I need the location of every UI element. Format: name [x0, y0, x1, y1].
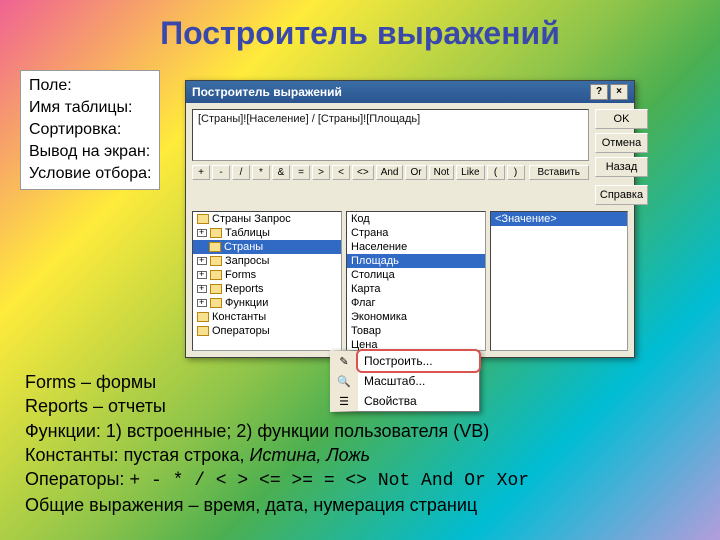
op-gt[interactable]: > [312, 165, 330, 180]
field-item[interactable]: Товар [347, 324, 485, 338]
field-item[interactable]: Флаг [347, 296, 485, 310]
op-lparen[interactable]: ( [487, 165, 505, 180]
label-field: Поле: [29, 75, 151, 97]
op-lt[interactable]: < [332, 165, 350, 180]
op-div[interactable]: / [232, 165, 250, 180]
cat-item-selected[interactable]: Страны [193, 240, 341, 254]
plus-icon [197, 285, 207, 293]
op-not[interactable]: Not [429, 165, 455, 180]
help-button[interactable]: Справка [595, 185, 648, 205]
folder-icon [210, 298, 222, 308]
expression-builder-dialog: Построитель выражений ? × [Страны]![Насе… [185, 80, 635, 358]
value-item[interactable]: <Значение> [491, 212, 627, 226]
folder-icon [197, 312, 209, 322]
cat-item[interactable]: Forms [193, 268, 341, 282]
insert-button[interactable]: Вставить [529, 165, 589, 180]
cat-item[interactable]: Запросы [193, 254, 341, 268]
label-sort: Сортировка: [29, 119, 151, 141]
label-criteria: Условие отбора: [29, 163, 151, 185]
note-line: Операторы: + - * / < > <= >= = <> Not An… [25, 467, 529, 493]
op-ne[interactable]: <> [352, 165, 374, 180]
slide-notes: Forms – формы Reports – отчеты Функции: … [25, 370, 529, 518]
op-plus[interactable]: + [192, 165, 210, 180]
op-rparen[interactable]: ) [507, 165, 525, 180]
plus-icon [197, 257, 207, 265]
cat-item[interactable]: Страны Запрос [193, 212, 341, 226]
folder-icon [210, 256, 222, 266]
folder-icon [210, 270, 222, 280]
note-line: Forms – формы [25, 370, 529, 394]
dialog-title: Построитель выражений [192, 85, 342, 99]
op-mul[interactable]: * [252, 165, 270, 180]
fields-pane[interactable]: Код Страна Население Площадь Столица Кар… [346, 211, 486, 351]
op-eq[interactable]: = [292, 165, 310, 180]
cat-item[interactable]: Reports [193, 282, 341, 296]
folder-icon [197, 326, 209, 336]
cat-item[interactable]: Функции [193, 296, 341, 310]
field-item[interactable]: Экономика [347, 310, 485, 324]
field-item-selected[interactable]: Площадь [347, 254, 485, 268]
field-item[interactable]: Код [347, 212, 485, 226]
folder-icon [210, 228, 222, 238]
menu-build[interactable]: ✎ Построить... [358, 351, 479, 371]
label-show: Вывод на экран: [29, 141, 151, 163]
plus-icon [197, 229, 207, 237]
dialog-help-button[interactable]: ? [590, 84, 608, 100]
cancel-button[interactable]: Отмена [595, 133, 648, 153]
expression-input[interactable]: [Страны]![Население] / [Страны]![Площадь… [192, 109, 589, 161]
field-item[interactable]: Карта [347, 282, 485, 296]
op-and[interactable]: And [376, 165, 404, 180]
cat-item[interactable]: Таблицы [193, 226, 341, 240]
page-title: Построитель выражений [0, 15, 720, 52]
note-line: Общие выражения – время, дата, нумерация… [25, 493, 529, 517]
plus-icon [197, 299, 207, 307]
cat-item[interactable]: Операторы [193, 324, 341, 338]
query-grid-labels: Поле: Имя таблицы: Сортировка: Вывод на … [20, 70, 160, 190]
field-item[interactable]: Столица [347, 268, 485, 282]
close-icon[interactable]: × [610, 84, 628, 100]
cat-item[interactable]: Константы [193, 310, 341, 324]
folder-icon [210, 284, 222, 294]
operator-toolbar: + - / * & = > < <> And Or Not Like ( ) [192, 165, 589, 180]
dialog-titlebar[interactable]: Построитель выражений ? × [186, 81, 634, 103]
wand-icon: ✎ [336, 353, 352, 369]
categories-pane[interactable]: Страны Запрос Таблицы Страны Запросы For… [192, 211, 342, 351]
op-minus[interactable]: - [212, 165, 230, 180]
note-line: Константы: пустая строка, Истина, Ложь [25, 443, 529, 467]
folder-icon [209, 242, 221, 252]
ok-button[interactable]: OK [595, 109, 648, 129]
field-item[interactable]: Страна [347, 226, 485, 240]
values-pane[interactable]: <Значение> [490, 211, 628, 351]
note-line: Функции: 1) встроенные; 2) функции польз… [25, 419, 529, 443]
label-table: Имя таблицы: [29, 97, 151, 119]
plus-icon [197, 271, 207, 279]
folder-icon [197, 214, 209, 224]
note-line: Reports – отчеты [25, 394, 529, 418]
op-or[interactable]: Or [405, 165, 426, 180]
op-amp[interactable]: & [272, 165, 290, 180]
op-like[interactable]: Like [456, 165, 484, 180]
field-item[interactable]: Население [347, 240, 485, 254]
back-button[interactable]: Назад [595, 157, 648, 177]
